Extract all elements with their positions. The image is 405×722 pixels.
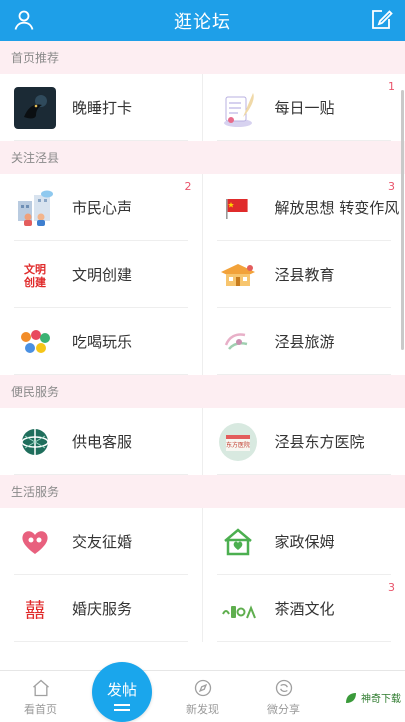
- divider: [14, 140, 188, 141]
- civilization-logo-icon: 文明创建: [14, 254, 56, 296]
- forum-item-label: 交友征婚: [72, 531, 132, 552]
- forum-list: 首页推荐 晚睡打卡 每日一贴 1 关注泾县 市民心声 2: [0, 41, 405, 670]
- forum-item[interactable]: 吃喝玩乐: [0, 308, 203, 375]
- section-grid: 市民心声 2 解放思想 转变作风 3 文明创建 文明创建 泾县教育: [0, 174, 405, 375]
- tab-label: 微分享: [267, 701, 300, 717]
- svg-text:创建: 创建: [23, 275, 47, 289]
- forum-item[interactable]: 家政保姆: [203, 508, 405, 575]
- section-grid: 供电客服 东方医院 泾县东方医院: [0, 408, 405, 475]
- svg-text:文明: 文明: [24, 262, 46, 276]
- forum-item[interactable]: 供电客服: [0, 408, 203, 475]
- divider: [217, 641, 392, 642]
- home-icon: [31, 678, 51, 698]
- food-fun-icon: [14, 321, 56, 363]
- divider: [217, 474, 392, 475]
- heart-couple-icon: [14, 521, 56, 563]
- section-header: 首页推荐: [0, 41, 405, 74]
- unread-badge: 2: [185, 180, 192, 193]
- city-people-icon: [14, 187, 56, 229]
- house-heart-icon: [217, 521, 259, 563]
- page-title: 逛论坛: [174, 8, 231, 34]
- tab-discover[interactable]: 新发现: [162, 671, 243, 721]
- forum-item[interactable]: 茶酒文化 3: [203, 575, 405, 642]
- forum-item-label: 泾县东方医院: [275, 431, 365, 452]
- forum-item[interactable]: 解放思想 转变作风 3: [203, 174, 405, 241]
- watermark-text: 神奇下载: [361, 690, 401, 705]
- tab-share[interactable]: 微分享: [243, 671, 324, 721]
- forum-item-label: 婚庆服务: [72, 598, 132, 619]
- power-grid-icon: [14, 421, 56, 463]
- double-happiness-icon: 囍: [14, 588, 56, 630]
- forum-item[interactable]: 晚睡打卡: [0, 74, 203, 141]
- quill-paper-icon: [217, 87, 259, 129]
- divider: [217, 374, 392, 375]
- forum-item-label: 市民心声: [72, 197, 132, 218]
- tab-label: 新发现: [186, 701, 219, 717]
- forum-item-label: 每日一贴: [275, 97, 335, 118]
- hospital-icon: 东方医院: [217, 421, 259, 463]
- user-icon[interactable]: [12, 8, 36, 32]
- forum-item[interactable]: 交友征婚: [0, 508, 203, 575]
- section-header: 关注泾县: [0, 141, 405, 174]
- unread-badge: 3: [388, 180, 395, 193]
- leaf-logo-icon: [344, 691, 358, 705]
- tab-label: 看首页: [24, 701, 57, 717]
- forum-item[interactable]: 市民心声 2: [0, 174, 203, 241]
- watermark: 神奇下载: [344, 690, 401, 705]
- red-flag-icon: [217, 187, 259, 229]
- forum-item-label: 文明创建: [72, 264, 132, 285]
- education-icon: [217, 254, 259, 296]
- share-icon: [274, 678, 294, 698]
- tab-home[interactable]: 看首页: [0, 671, 81, 721]
- post-button[interactable]: 发帖: [92, 662, 152, 722]
- forum-item-label: 泾县教育: [275, 264, 335, 285]
- forum-item-label: 吃喝玩乐: [72, 331, 132, 352]
- tea-wine-icon: [217, 588, 259, 630]
- forum-item[interactable]: 囍 婚庆服务: [0, 575, 203, 642]
- svg-text:囍: 囍: [25, 598, 45, 622]
- section-grid: 交友征婚 家政保姆 囍 婚庆服务 茶酒文化 3: [0, 508, 405, 642]
- forum-item-label: 家政保姆: [275, 531, 335, 552]
- night-bird-icon: [14, 87, 56, 129]
- forum-item-label: 解放思想 转变作风: [275, 197, 400, 218]
- section-grid: 晚睡打卡 每日一贴 1: [0, 74, 405, 141]
- divider: [14, 641, 188, 642]
- divider: [217, 140, 392, 141]
- scrollbar[interactable]: [401, 90, 404, 350]
- section-header: 便民服务: [0, 375, 405, 408]
- post-button-label: 发帖: [107, 679, 137, 700]
- unread-badge: 1: [388, 80, 395, 93]
- post-plus-icon: [114, 704, 130, 706]
- edit-icon[interactable]: [369, 8, 393, 32]
- travel-icon: [217, 321, 259, 363]
- forum-item[interactable]: 泾县教育: [203, 241, 405, 308]
- top-bar: 逛论坛: [0, 0, 405, 41]
- forum-item[interactable]: 文明创建 文明创建: [0, 241, 203, 308]
- forum-item[interactable]: 泾县旅游: [203, 308, 405, 375]
- section-header: 生活服务: [0, 475, 405, 508]
- forum-item[interactable]: 每日一贴 1: [203, 74, 405, 141]
- divider: [14, 374, 188, 375]
- forum-item-label: 供电客服: [72, 431, 132, 452]
- unread-badge: 3: [388, 581, 395, 594]
- svg-text:东方医院: 东方医院: [225, 441, 249, 449]
- forum-item-label: 晚睡打卡: [72, 97, 132, 118]
- forum-item-label: 泾县旅游: [275, 331, 335, 352]
- compass-icon: [193, 678, 213, 698]
- forum-item-label: 茶酒文化: [275, 598, 335, 619]
- forum-item[interactable]: 东方医院 泾县东方医院: [203, 408, 405, 475]
- divider: [14, 474, 188, 475]
